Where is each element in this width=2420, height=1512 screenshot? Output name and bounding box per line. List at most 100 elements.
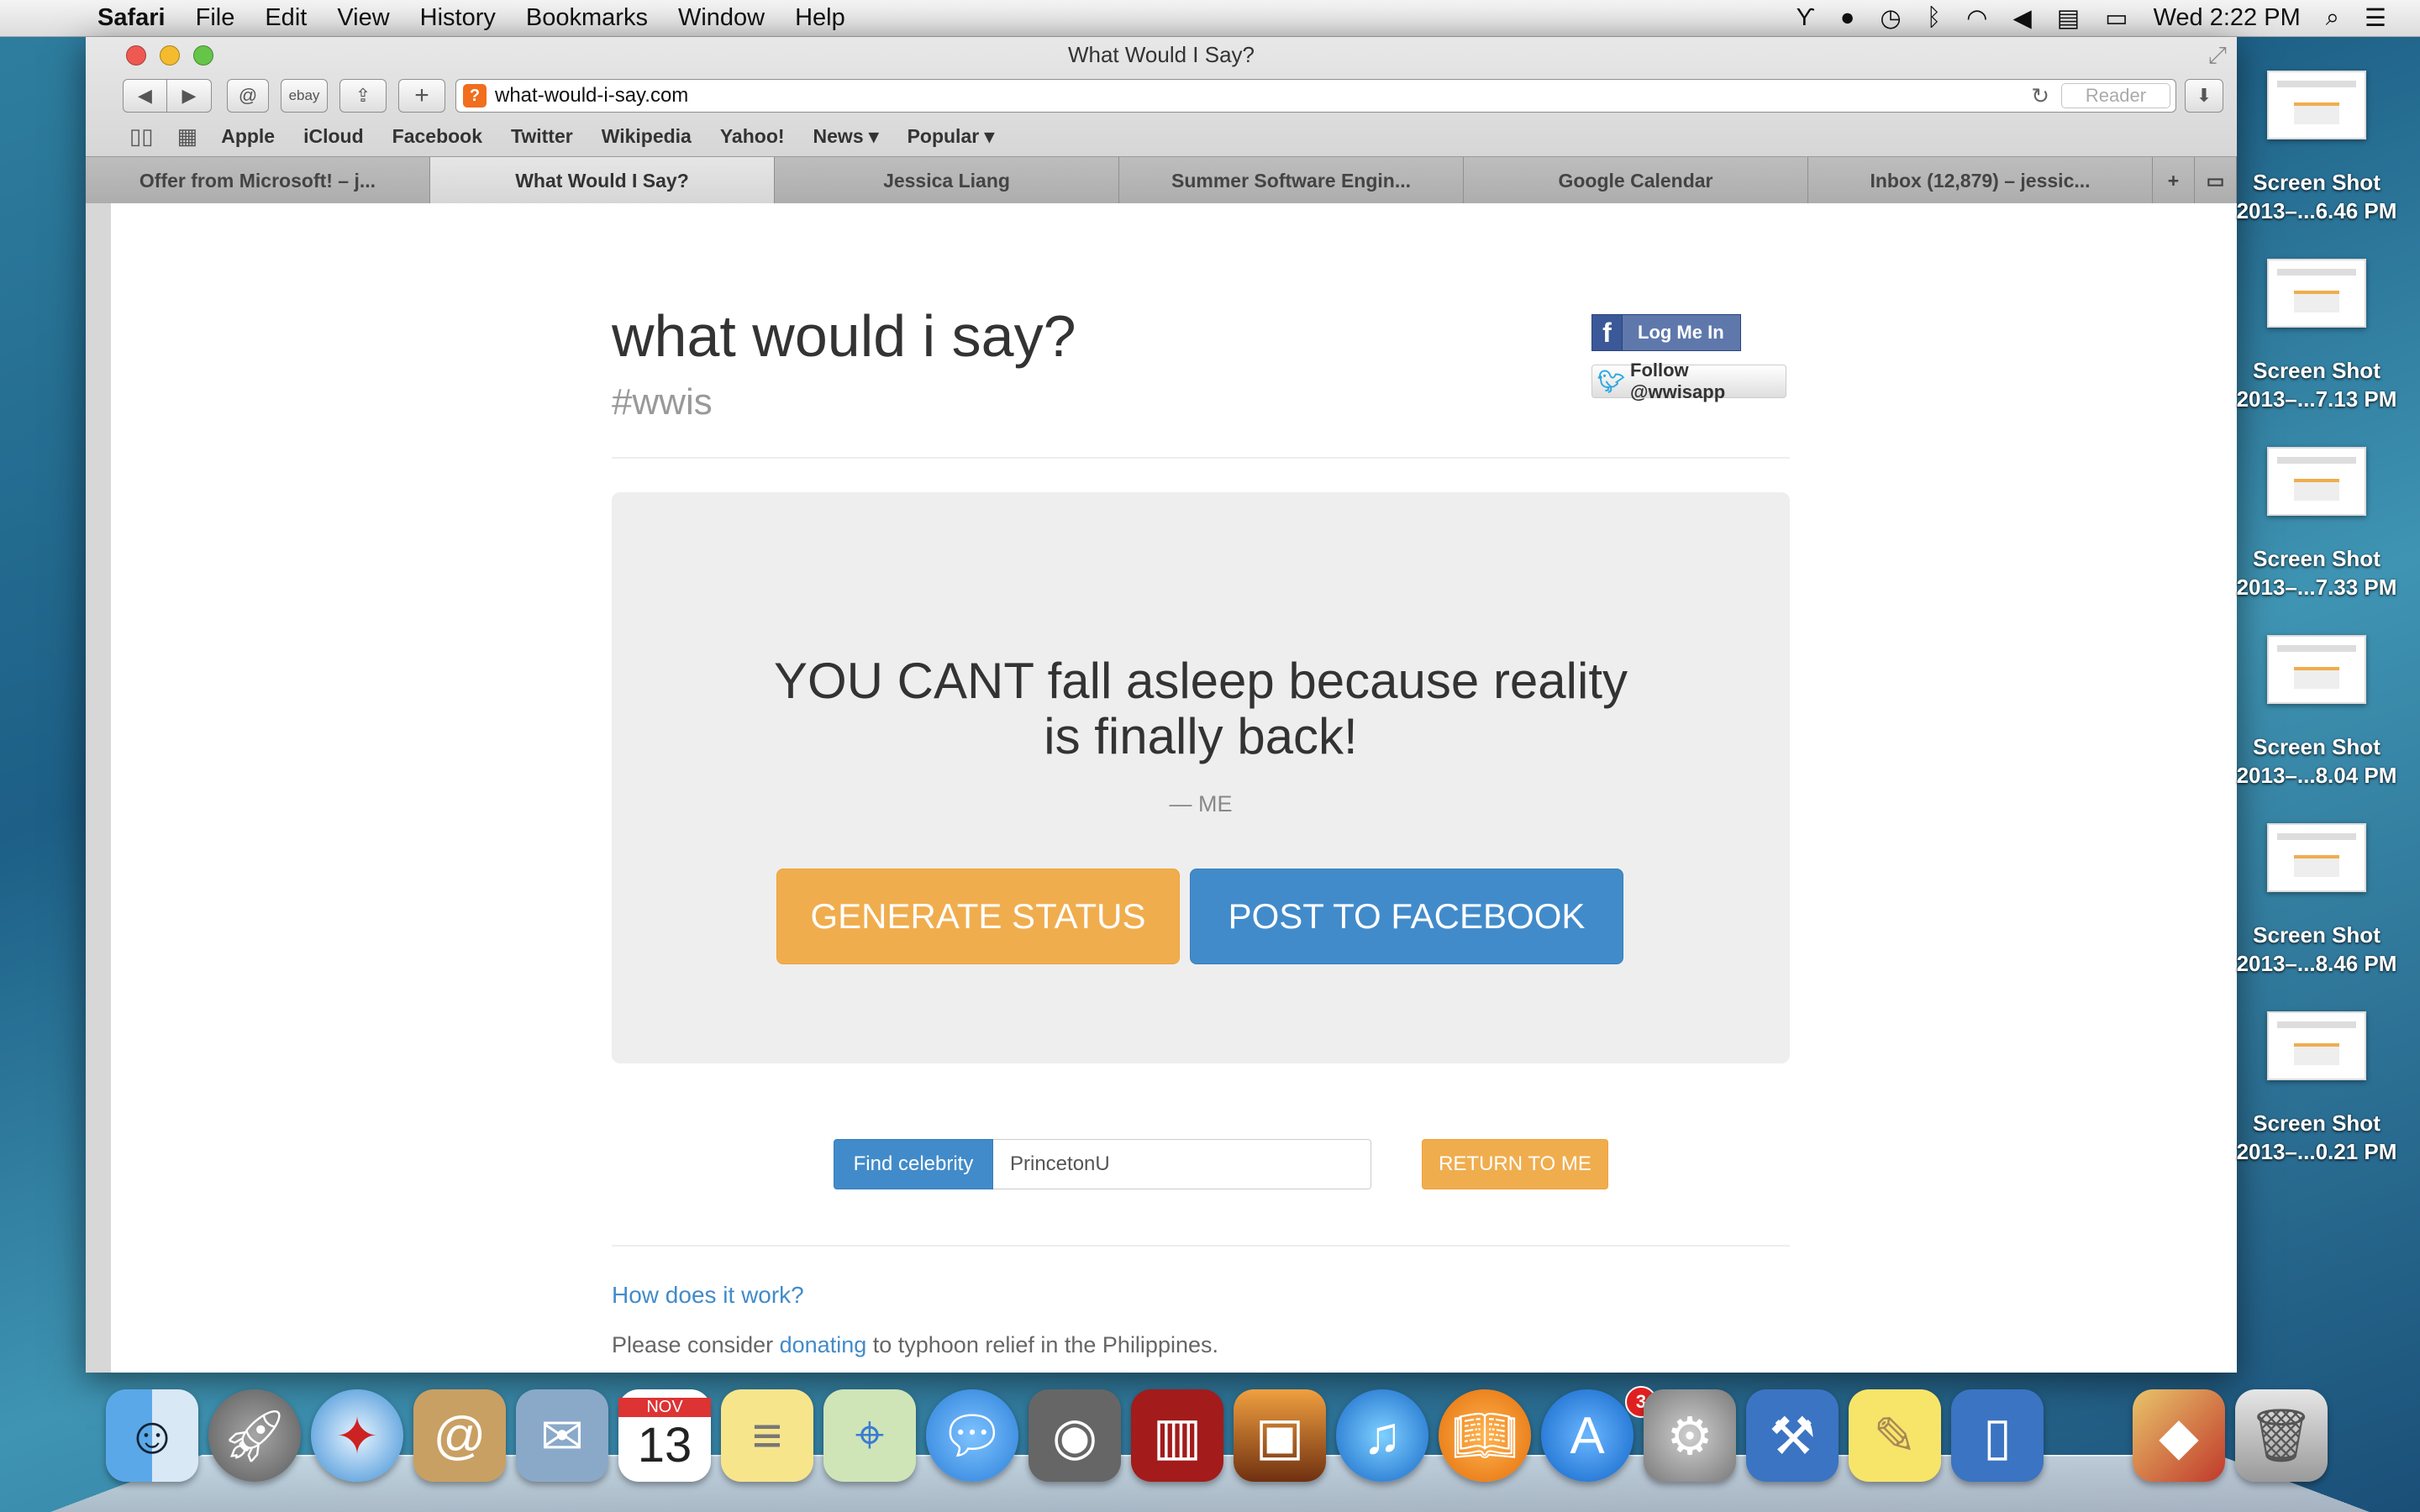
contacts-icon[interactable]: @ xyxy=(413,1389,506,1482)
new-tab-plus-icon[interactable]: + xyxy=(398,79,445,113)
reading-list-icon[interactable]: ▯▯ xyxy=(129,123,154,150)
wifi-icon[interactable]: ◠ xyxy=(1966,3,1987,33)
desktop-file-screenshot[interactable]: Screen Shot 2013–...7.13 PM xyxy=(2235,259,2398,413)
facebook-icon: f xyxy=(1592,315,1623,350)
calendar-day: 13 xyxy=(637,1418,692,1473)
menu-bookmarks[interactable]: Bookmarks xyxy=(526,4,648,32)
find-celebrity-button[interactable]: Find celebrity xyxy=(834,1139,993,1189)
launchpad-icon[interactable]: 🚀︎ xyxy=(208,1389,301,1482)
desktop-file-date: 2013–...7.33 PM xyxy=(2236,575,2397,600)
top-sites-icon[interactable]: ▦ xyxy=(177,123,198,150)
facetime-icon[interactable]: ◉ xyxy=(1028,1389,1121,1482)
mail-icon[interactable]: ✉ xyxy=(516,1389,608,1482)
bookmark-icloud[interactable]: iCloud xyxy=(303,125,364,148)
screenshot-thumbnail xyxy=(2267,823,2366,892)
reload-icon[interactable]: ↻ xyxy=(2031,83,2049,109)
new-tab-icon[interactable]: + xyxy=(2153,157,2195,204)
desktop-file-screenshot[interactable]: Screen Shot 2013–...8.04 PM xyxy=(2235,635,2398,790)
desktop-file-date: 2013–...8.04 PM xyxy=(2236,763,2397,788)
how-does-it-work-link[interactable]: How does it work? xyxy=(612,1282,804,1309)
donating-link[interactable]: donating xyxy=(780,1332,867,1357)
bookmark-popular-folder[interactable]: Popular ▾ xyxy=(908,125,995,148)
notes-icon[interactable]: ≡ xyxy=(721,1389,813,1482)
bowler-hat-icon[interactable]: ● xyxy=(1840,4,1855,32)
downloads-icon[interactable]: ⬇ xyxy=(2185,79,2223,113)
twitter-bird-icon: 🐦︎ xyxy=(1597,368,1626,394)
messages-icon[interactable]: 💬︎ xyxy=(926,1389,1018,1482)
back-button[interactable]: ◀ xyxy=(123,79,167,113)
volume-icon[interactable]: ◀ xyxy=(2012,3,2031,33)
antenna-icon[interactable]: ϒ xyxy=(1796,4,1814,32)
fullscreen-icon[interactable]: ⤢ xyxy=(2208,42,2227,70)
notification-center-icon[interactable]: ☰ xyxy=(2365,3,2386,33)
stickies-icon[interactable]: ✎ xyxy=(1849,1389,1941,1482)
facebook-login-button[interactable]: f Log Me In xyxy=(1591,314,1741,351)
return-to-me-button[interactable]: RETURN TO ME xyxy=(1422,1139,1608,1189)
ibooks-icon[interactable]: 📖︎ xyxy=(1439,1389,1531,1482)
flag-icon[interactable]: ▤ xyxy=(2057,3,2080,33)
generate-status-button[interactable]: GENERATE STATUS xyxy=(776,869,1180,964)
bookmark-news-folder[interactable]: News ▾ xyxy=(813,125,879,148)
app-menu[interactable]: Safari xyxy=(97,4,166,32)
appstore-icon[interactable]: A xyxy=(1541,1389,1634,1482)
reader-button[interactable]: Reader xyxy=(2061,83,2170,108)
celebrity-input[interactable] xyxy=(993,1139,1371,1189)
xcode-icon[interactable]: ⚒ xyxy=(1746,1389,1839,1482)
system-preferences-icon[interactable]: ⚙ xyxy=(1644,1389,1736,1482)
papers-icon[interactable]: ◆ xyxy=(2133,1389,2225,1482)
bookmark-yahoo[interactable]: Yahoo! xyxy=(720,125,785,148)
menu-window[interactable]: Window xyxy=(678,4,765,32)
safari-icon[interactable]: ✦ xyxy=(311,1389,403,1482)
desktop-file-screenshot[interactable]: Screen Shot 2013–...8.46 PM xyxy=(2235,823,2398,978)
bookmark-twitter[interactable]: Twitter xyxy=(511,125,573,148)
desktop-file-screenshot[interactable]: Screen Shot 2013–...7.33 PM xyxy=(2235,447,2398,601)
tab-what-would-i-say[interactable]: What Would I Say? xyxy=(430,157,775,204)
post-to-facebook-button[interactable]: POST TO FACEBOOK xyxy=(1190,869,1623,964)
desktop-file-date: 2013–...0.21 PM xyxy=(2236,1139,2397,1164)
forward-button[interactable]: ▶ xyxy=(167,79,212,113)
address-bar[interactable]: ? what-would-i-say.com ↻ Reader xyxy=(455,79,2176,113)
trash-icon[interactable]: 🗑︎ xyxy=(2235,1389,2328,1482)
tab-google-calendar[interactable]: Google Calendar xyxy=(1464,157,1808,204)
desktop-file-name: Screen Shot xyxy=(2253,546,2381,571)
battery-icon[interactable]: ▭ xyxy=(2105,3,2128,33)
tab-microsoft-offer[interactable]: Offer from Microsoft! – j... xyxy=(86,157,430,204)
desktop-file-name: Screen Shot xyxy=(2253,922,2381,948)
share-icon[interactable]: ⇪ xyxy=(339,79,387,113)
menu-file[interactable]: File xyxy=(196,4,235,32)
menu-edit[interactable]: Edit xyxy=(265,4,307,32)
tab-jessica-liang[interactable]: Jessica Liang xyxy=(775,157,1119,204)
menu-history[interactable]: History xyxy=(420,4,496,32)
tab-overview-icon[interactable]: ▭ xyxy=(2195,157,2237,204)
bookmark-facebook[interactable]: Facebook xyxy=(392,125,482,148)
itunes-icon[interactable]: ♫ xyxy=(1336,1389,1428,1482)
time-machine-icon[interactable]: ◷ xyxy=(1880,3,1901,33)
window-titlebar: What Would I Say? ⤢ ◀ ▶ @ ebay ⇪ + ? wha… xyxy=(86,37,2237,204)
desktop-file-screenshot[interactable]: Screen Shot 2013–...0.21 PM xyxy=(2235,1011,2398,1166)
spotlight-icon[interactable]: ⌕ xyxy=(2326,4,2339,32)
safari-window: What Would I Say? ⤢ ◀ ▶ @ ebay ⇪ + ? wha… xyxy=(86,37,2237,1373)
bookmark-wikipedia[interactable]: Wikipedia xyxy=(602,125,692,148)
maps-icon[interactable]: ⌖ xyxy=(823,1389,916,1482)
simulator-icon[interactable]: ▯ xyxy=(1951,1389,2044,1482)
donate-prefix: Please consider xyxy=(612,1332,780,1357)
finder-icon[interactable]: ☺ xyxy=(106,1389,198,1482)
desktop-file-name: Screen Shot xyxy=(2253,1110,2381,1136)
desktop-file-screenshot[interactable]: Screen Shot 2013–...6.46 PM xyxy=(2235,71,2398,225)
clock[interactable]: Wed 2:22 PM xyxy=(2154,4,2301,32)
menu-view[interactable]: View xyxy=(337,4,389,32)
menu-help[interactable]: Help xyxy=(795,4,845,32)
iphoto-icon[interactable]: ▣ xyxy=(1234,1389,1326,1482)
twitter-follow-button[interactable]: 🐦︎ Follow @wwisapp xyxy=(1591,360,1786,402)
ebay-extension-button[interactable]: ebay xyxy=(281,79,328,113)
amazon-extension-icon[interactable]: @ xyxy=(227,79,269,113)
calendar-icon[interactable]: NOV 13 xyxy=(618,1389,711,1482)
bookmark-apple[interactable]: Apple xyxy=(221,125,275,148)
site-favicon-icon: ? xyxy=(463,84,487,108)
photobooth-icon[interactable]: ▥ xyxy=(1131,1389,1223,1482)
url-text[interactable]: what-would-i-say.com xyxy=(495,84,688,108)
tab-summer-software[interactable]: Summer Software Engin... xyxy=(1119,157,1464,204)
bluetooth-icon[interactable]: ᛒ xyxy=(1927,4,1941,32)
tab-inbox[interactable]: Inbox (12,879) – jessic... xyxy=(1808,157,2153,204)
status-line-1: YOU CANT fall asleep because reality xyxy=(773,653,1628,709)
